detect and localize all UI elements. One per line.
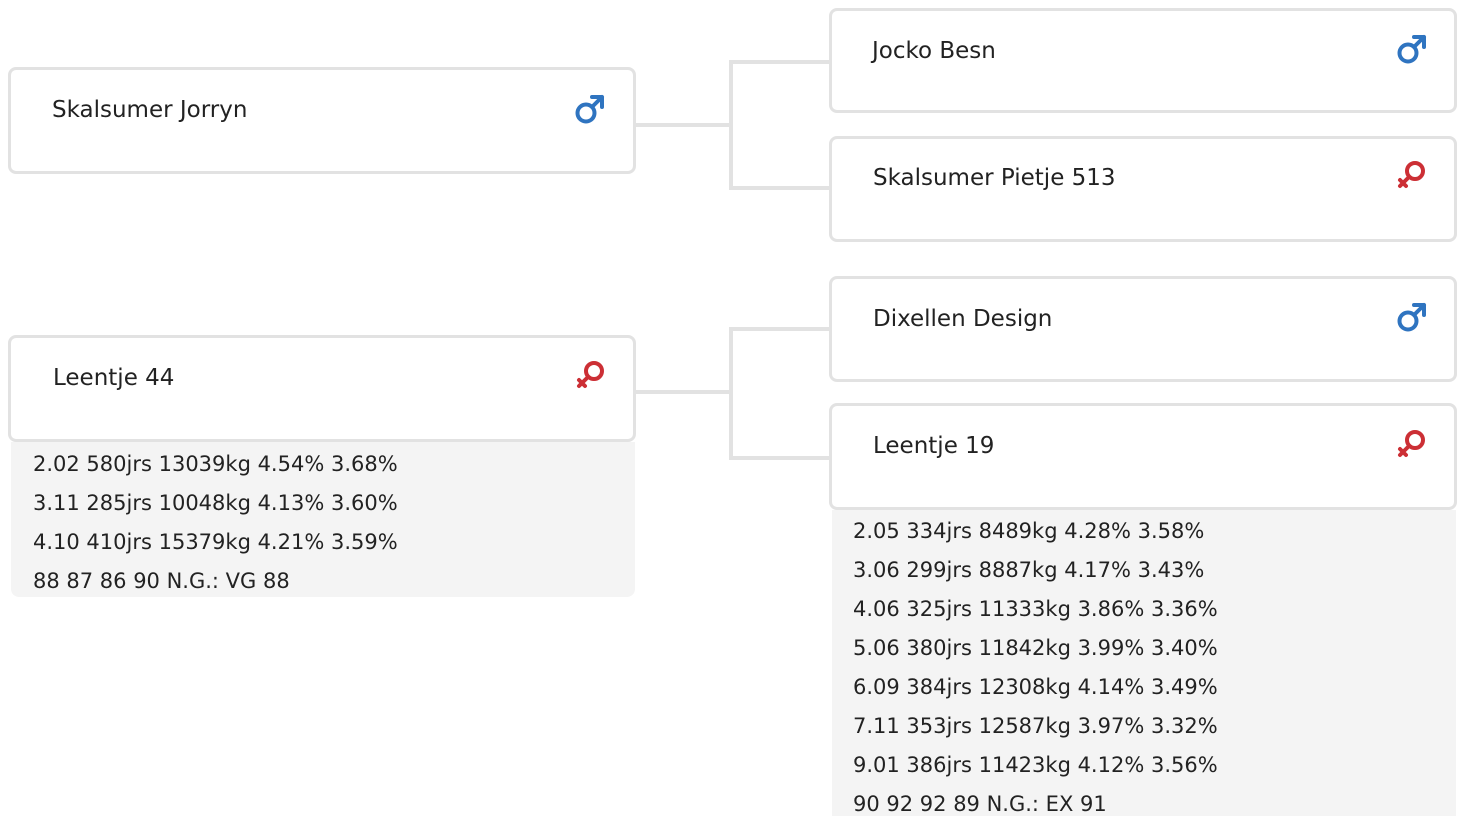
stats-line: 2.02 580jrs 13039kg 4.54% 3.68% — [33, 452, 398, 476]
connector-line — [729, 456, 831, 460]
stats-line: 2.05 334jrs 8489kg 4.28% 3.58% — [853, 519, 1205, 543]
dam-sire-card[interactable]: Dixellen Design — [829, 276, 1457, 382]
male-icon — [1395, 32, 1429, 66]
stats-line: 3.11 285jrs 10048kg 4.13% 3.60% — [33, 491, 398, 515]
connector-line — [729, 60, 831, 64]
sire-sire-name: Jocko Besn — [872, 38, 996, 64]
stats-line: 88 87 86 90 N.G.: VG 88 — [33, 569, 290, 593]
stats-line: 90 92 92 89 N.G.: EX 91 — [853, 792, 1107, 816]
dam-name: Leentje 44 — [53, 365, 175, 391]
dam-production-stats: 2.02 580jrs 13039kg 4.54% 3.68% 3.11 285… — [11, 442, 635, 597]
sire-dam-card[interactable]: Skalsumer Pietje 513 — [829, 136, 1457, 242]
female-icon — [574, 359, 608, 393]
sire-sire-card[interactable]: Jocko Besn — [829, 8, 1457, 113]
connector-line — [729, 327, 733, 460]
sire-dam-name: Skalsumer Pietje 513 — [873, 165, 1116, 191]
dam-card[interactable]: Leentje 44 — [8, 335, 636, 442]
stats-line: 6.09 384jrs 12308kg 4.14% 3.49% — [853, 675, 1218, 699]
pedigree-tree: Skalsumer Jorryn Jocko Besn Skalsumer Pi… — [0, 0, 1461, 816]
connector-line — [729, 327, 831, 331]
female-icon — [1395, 428, 1429, 462]
sire-card[interactable]: Skalsumer Jorryn — [8, 67, 636, 174]
stats-line: 7.11 353jrs 12587kg 3.97% 3.32% — [853, 714, 1218, 738]
connector-line — [729, 60, 733, 190]
male-icon — [1395, 300, 1429, 334]
dam-dam-name: Leentje 19 — [873, 433, 995, 459]
dam-dam-production-stats: 2.05 334jrs 8489kg 4.28% 3.58% 3.06 299j… — [832, 510, 1456, 816]
male-icon — [573, 92, 607, 126]
stats-line: 4.10 410jrs 15379kg 4.21% 3.59% — [33, 530, 398, 554]
connector-line — [729, 186, 831, 190]
connector-line — [634, 390, 731, 394]
dam-sire-name: Dixellen Design — [873, 306, 1053, 332]
stats-line: 3.06 299jrs 8887kg 4.17% 3.43% — [853, 558, 1205, 582]
stats-line: 4.06 325jrs 11333kg 3.86% 3.36% — [853, 597, 1218, 621]
sire-name: Skalsumer Jorryn — [52, 97, 248, 123]
connector-line — [634, 123, 731, 127]
stats-line: 9.01 386jrs 11423kg 4.12% 3.56% — [853, 753, 1218, 777]
female-icon — [1395, 159, 1429, 193]
dam-dam-card[interactable]: Leentje 19 — [829, 403, 1457, 510]
stats-line: 5.06 380jrs 11842kg 3.99% 3.40% — [853, 636, 1218, 660]
